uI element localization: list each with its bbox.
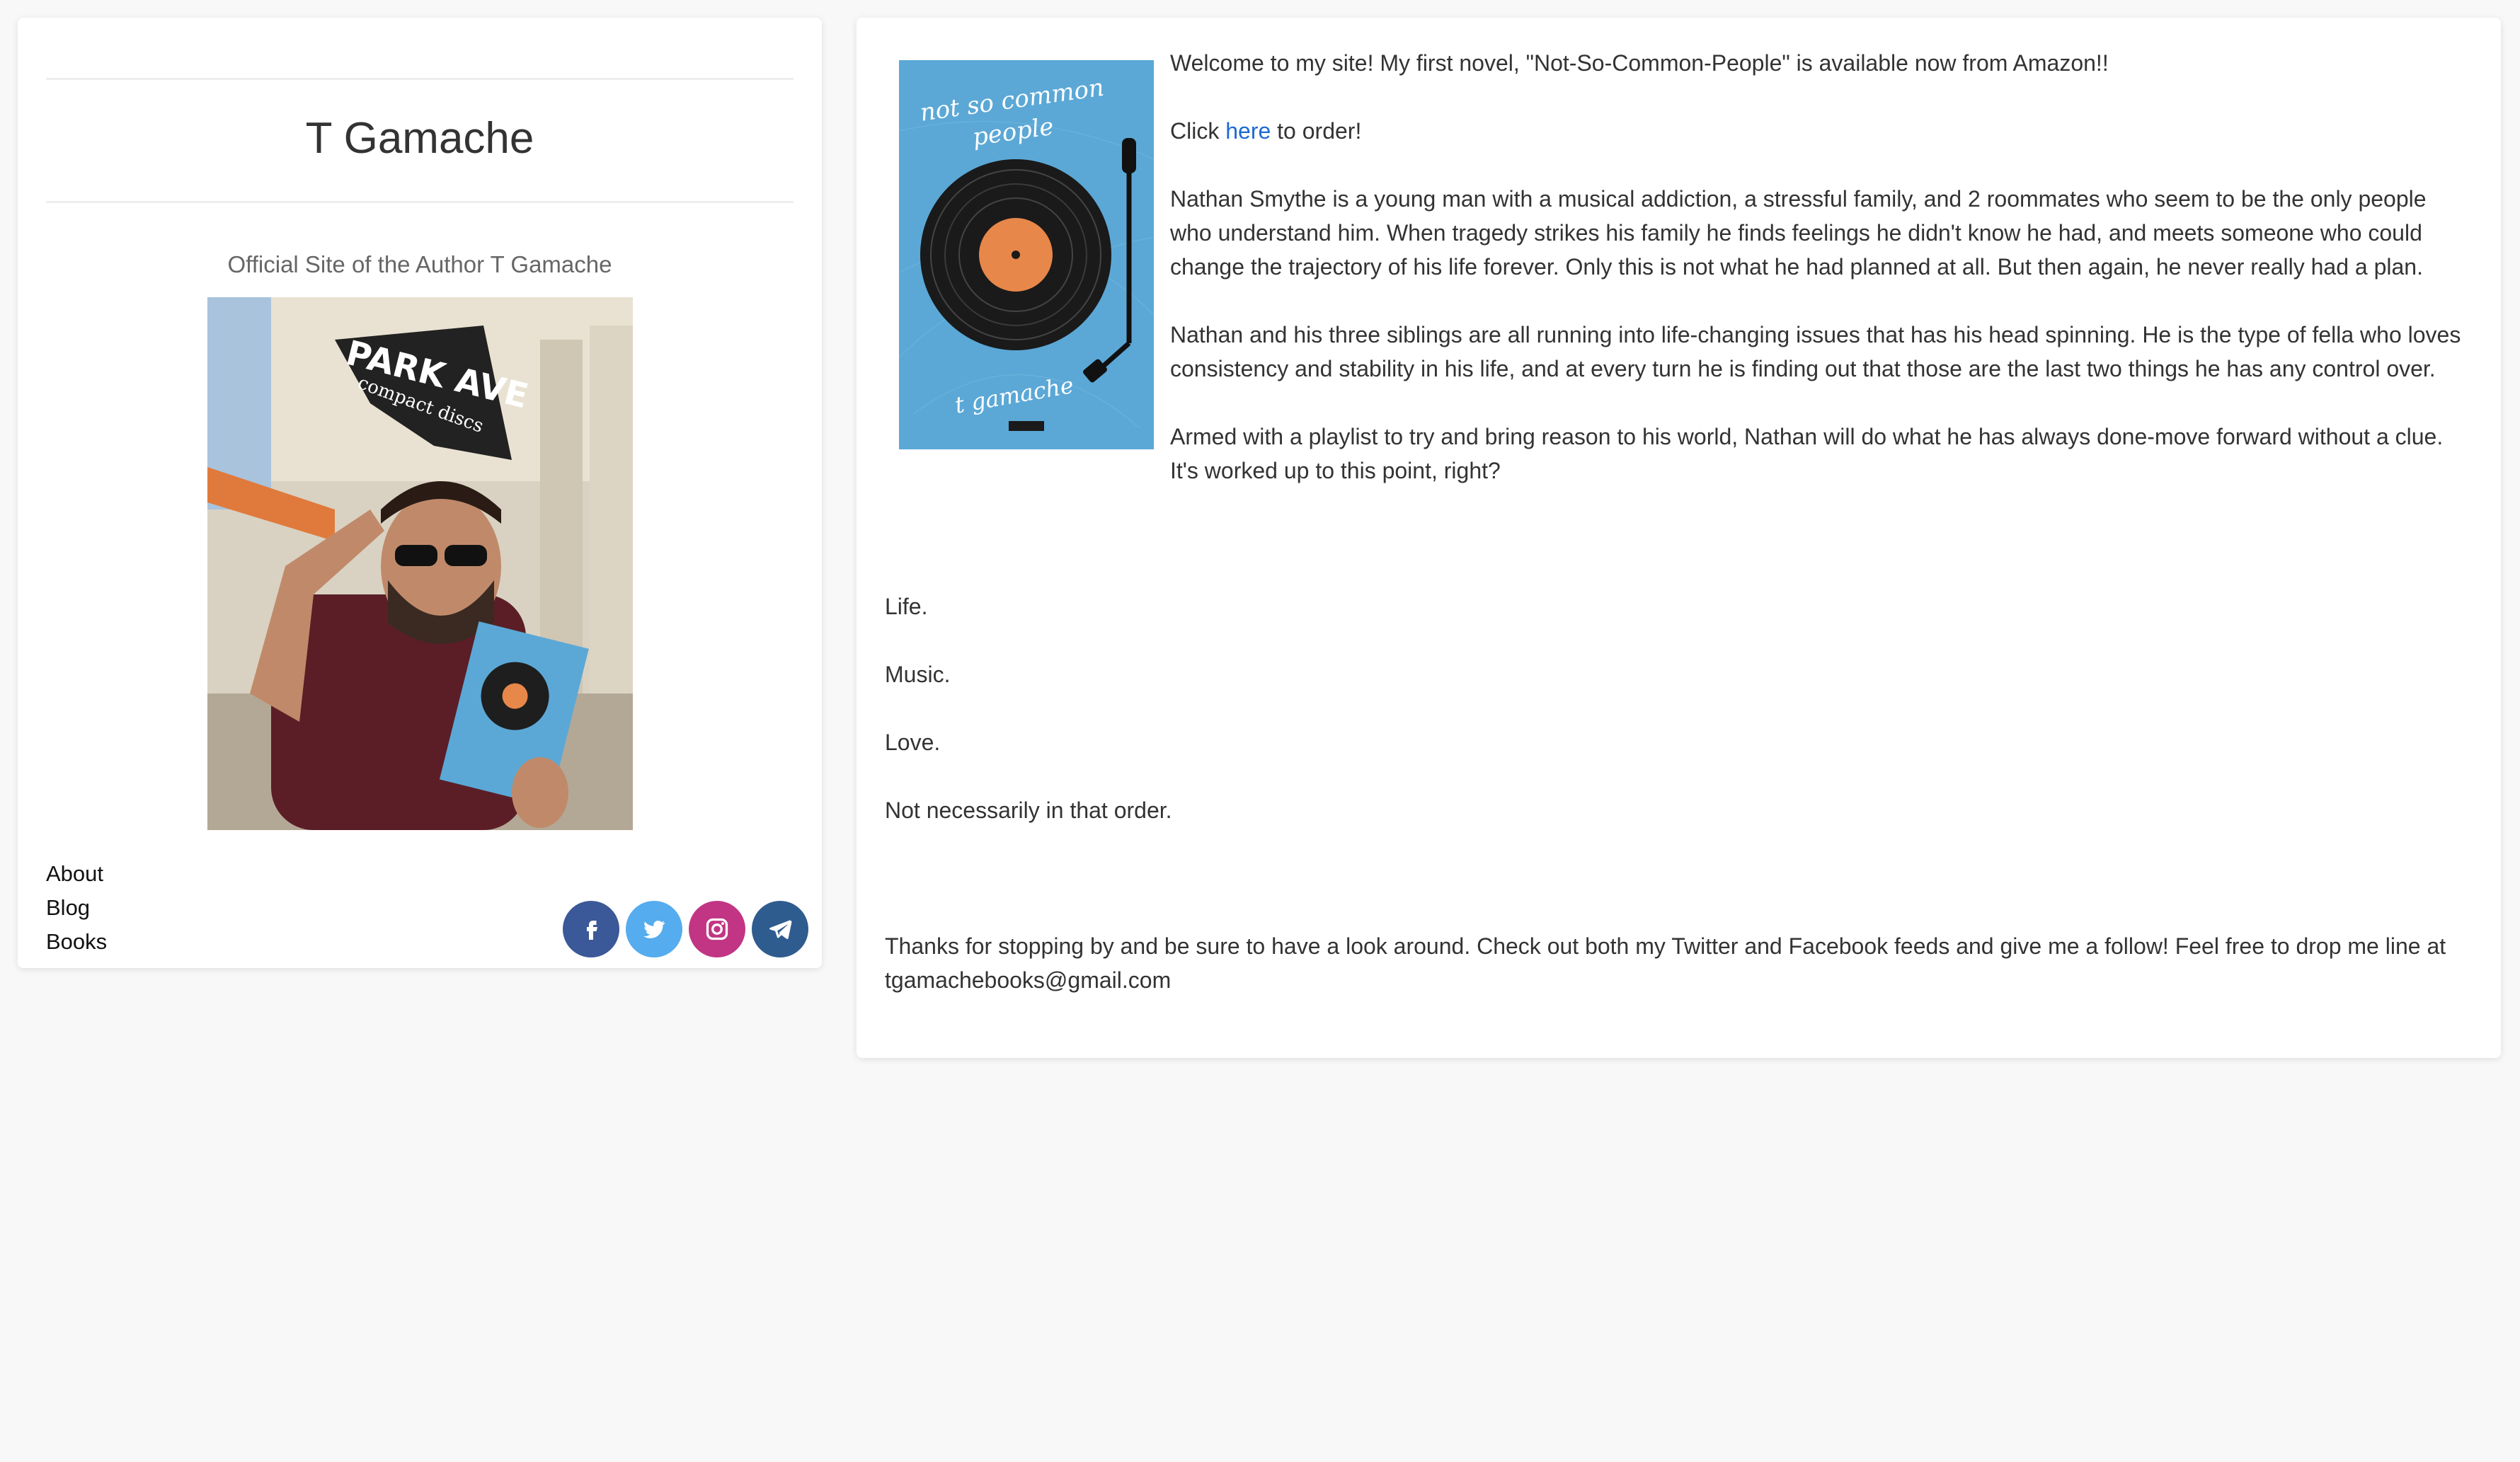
- book-cover-image[interactable]: not so common people t gamache: [899, 60, 1154, 449]
- twitter-icon: [643, 920, 665, 938]
- main-content: not so common people t gamache Welcome t…: [885, 46, 2473, 1031]
- order-link[interactable]: here: [1225, 118, 1271, 144]
- sidebar-card: T Gamache Official Site of the Author T …: [18, 18, 822, 968]
- tagline-order-note: Not necessarily in that order.: [885, 798, 1172, 823]
- main-content-card: not so common people t gamache Welcome t…: [857, 18, 2501, 1058]
- telegram-icon: [769, 920, 792, 940]
- author-photo: PARK AVE compact discs: [207, 297, 633, 830]
- order-suffix: to order!: [1271, 118, 1362, 144]
- tagline-love: Love.: [885, 730, 941, 755]
- instagram-button[interactable]: [689, 901, 745, 957]
- divider: [46, 201, 794, 203]
- thanks-text: Thanks for stopping by and be sure to ha…: [885, 933, 2446, 993]
- nav-link-blog[interactable]: Blog: [46, 891, 107, 925]
- nav-link-about[interactable]: About: [46, 857, 107, 891]
- nav-link-books[interactable]: Books: [46, 925, 107, 959]
- sidebar-nav: About Blog Books: [46, 857, 107, 959]
- divider: [46, 78, 794, 80]
- telegram-button[interactable]: [752, 901, 808, 957]
- facebook-icon: [587, 921, 597, 940]
- tagline-life: Life.: [885, 594, 928, 619]
- instagram-icon: [706, 918, 728, 940]
- order-prefix: Click: [1170, 118, 1226, 144]
- tagline-music: Music.: [885, 662, 951, 687]
- social-links: [563, 901, 808, 957]
- twitter-button[interactable]: [626, 901, 682, 957]
- facebook-button[interactable]: [563, 901, 619, 957]
- site-tagline: Official Site of the Author T Gamache: [227, 251, 612, 277]
- site-title: T Gamache: [305, 114, 534, 163]
